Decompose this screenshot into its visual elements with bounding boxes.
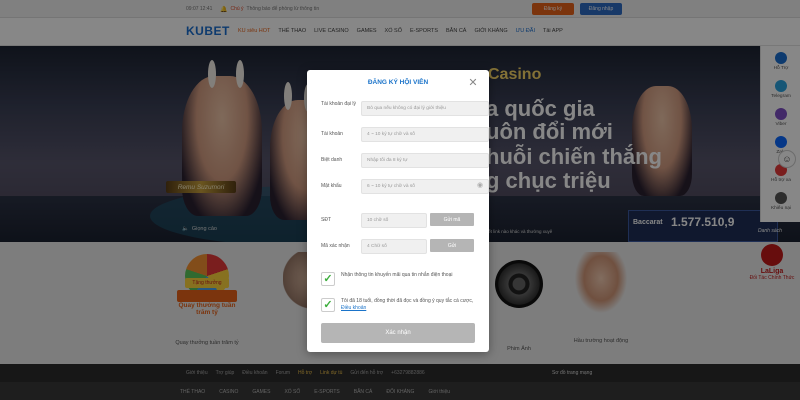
register-modal: ĐĂNG KÝ HỘI VIÊN ✕ Tài khoản đại lý Bỏ q… [307,70,489,352]
send-button[interactable]: Gửi [430,239,474,252]
agent-account-input[interactable]: Bỏ qua nếu không có đại lý giới thiệu [361,101,489,116]
verify-code-input[interactable]: 4 Chữ số [361,239,427,254]
promo-sms-text: Nhận thông tin khuyến mãi qua tin nhắn đ… [341,272,453,278]
field-label: Mã xác nhận [321,243,350,249]
confirm-button[interactable]: Xác nhận [321,323,475,343]
nickname-input[interactable]: Nhập tối đa 8 ký tự [361,153,489,168]
page: 09:07 12:41 🔔 Chú ý Thông báo để phòng l… [0,0,800,400]
agent-account-row: Tài khoản đại lý Bỏ qua nếu không có đại… [321,101,489,117]
promo-sms-checkbox[interactable]: ✓ [321,272,335,286]
nickname-row: Biệt danh Nhập tối đa 8 ký tự [321,153,489,169]
send-code-button[interactable]: Gửi mã [430,213,474,226]
eye-icon[interactable]: ◉ [477,182,485,190]
account-input[interactable]: 4 ~ 10 ký tự chữ và số [361,127,489,142]
phone-row: SĐT 10 chữ số Gửi mã [321,213,477,229]
field-label: Mật khẩu [321,183,342,189]
field-label: Biệt danh [321,157,343,163]
close-icon[interactable]: ✕ [467,77,479,89]
modal-title: ĐĂNG KÝ HỘI VIÊN [367,79,429,86]
field-label: SĐT [321,217,331,223]
field-label: Tài khoản đại lý [321,101,357,107]
password-row: Mật khẩu 6 ~ 10 ký tự chữ và số ◉ [321,179,489,195]
age-terms-text: Tôi đã 18 tuổi, đồng thời đã đọc và đồng… [341,298,477,312]
phone-input[interactable]: 10 chữ số [361,213,427,228]
password-input[interactable]: 6 ~ 10 ký tự chữ và số [361,179,489,194]
terms-link[interactable]: Điều khoản [341,305,366,311]
age-terms-label: Tôi đã 18 tuổi, đồng thời đã đọc và đồng… [341,298,474,304]
account-row: Tài khoản 4 ~ 10 ký tự chữ và số [321,127,489,143]
age-terms-checkbox[interactable]: ✓ [321,298,335,312]
verify-code-row: Mã xác nhận 4 Chữ số Gửi [321,239,477,255]
field-label: Tài khoản [321,131,343,137]
